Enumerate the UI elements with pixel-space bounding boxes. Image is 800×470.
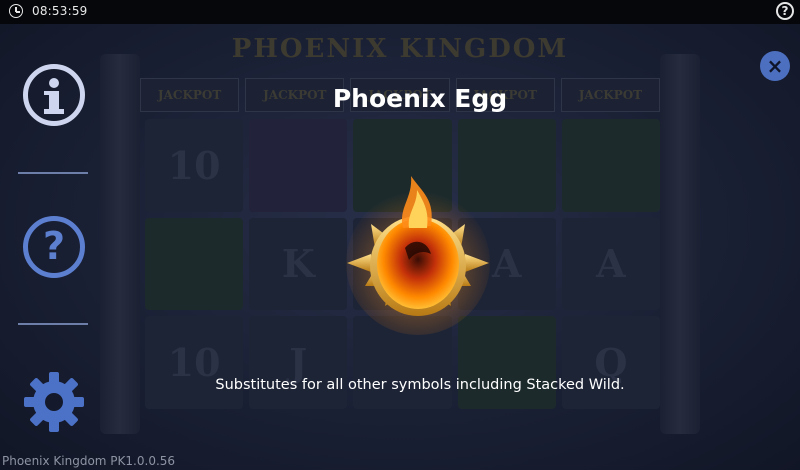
info-base	[44, 109, 64, 114]
clock-icon	[9, 4, 23, 18]
symbol-title: Phoenix Egg	[332, 84, 508, 113]
reel-symbol	[249, 119, 348, 212]
menu-divider	[18, 323, 88, 325]
help-circle-icon[interactable]: ?	[776, 2, 794, 20]
reel-symbol: Q	[561, 316, 660, 409]
symbol-description: Substitutes for all other symbols includ…	[215, 377, 625, 393]
reel-symbol: 10	[145, 119, 244, 212]
reel-symbol: J	[249, 316, 348, 409]
gear-icon[interactable]	[22, 370, 86, 434]
clock-time: 08:53:59	[32, 4, 88, 18]
reel-symbol	[145, 217, 244, 311]
jackpot-label: JACKPOT	[140, 78, 240, 112]
game-title: PHOENIX KINGDOM	[231, 34, 569, 64]
close-icon[interactable]: ×	[760, 51, 790, 81]
question-circle-icon[interactable]: ?	[23, 216, 85, 278]
status-bar: 08:53:59 ?	[0, 0, 800, 24]
reel-symbol: 10	[145, 316, 244, 409]
menu-divider	[18, 172, 88, 174]
version-label: Phoenix Kingdom PK1.0.0.56	[2, 454, 176, 468]
reel-symbol: K	[249, 217, 348, 311]
reel-symbol	[561, 119, 660, 212]
phoenix-egg-icon	[343, 168, 493, 338]
info-dot	[49, 78, 59, 88]
reel-symbol: A	[561, 217, 660, 311]
info-circle-icon[interactable]	[23, 64, 85, 126]
